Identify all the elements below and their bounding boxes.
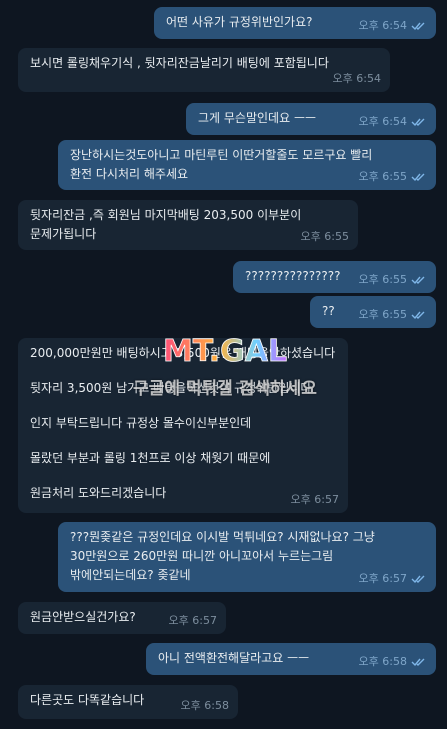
- message-meta: 오후 6:57: [291, 490, 339, 509]
- message-time: 오후 6:57: [358, 572, 407, 585]
- message-outgoing[interactable]: 그게 무슨말인데요 ㅡㅡ 오후 6:54: [186, 103, 436, 135]
- message-meta: 오후 6:55: [301, 227, 349, 246]
- message-time: 오후 6:55: [358, 273, 407, 286]
- message-meta: 오후 6:58: [181, 696, 229, 715]
- message-time: 오후 6:55: [300, 230, 349, 243]
- read-checkmarks-icon: [411, 118, 425, 126]
- message-incoming[interactable]: 다른곳도 다똑같습니다 오후 6:58: [18, 685, 238, 719]
- message-time: 오후 6:57: [168, 614, 217, 627]
- message-meta: 오후 6:55: [359, 270, 427, 289]
- message-meta: 오후 6:57: [169, 611, 217, 630]
- message-meta: 오후 6:54: [333, 69, 381, 88]
- message-time: 오후 6:55: [358, 308, 407, 321]
- message-outgoing[interactable]: ???뭔좆같은 규정인데요 이시발 먹튀네요? 시재없나요? 그냥 30만원으로…: [58, 522, 436, 592]
- message-meta: 오후 6:55: [359, 167, 427, 186]
- chat-message-list[interactable]: 어떤 사유가 규정위반인가요? 오후 6:54 보시면 롤링채우기식 , 뒷자리…: [0, 0, 447, 729]
- message-time: 오후 6:54: [332, 72, 381, 85]
- message-outgoing[interactable]: ?? 오후 6:55: [310, 296, 436, 328]
- message-meta: 오후 6:54: [359, 16, 427, 35]
- message-outgoing[interactable]: 장난하시는것도아니고 마틴루틴 이딴거할줄도 모르구요 빨리 환전 다시처리 해…: [58, 140, 436, 190]
- message-outgoing[interactable]: 아니 전액환전해달라고요 ㅡㅡ 오후 6:58: [146, 643, 436, 675]
- message-text: 보시면 롤링채우기식 , 뒷자리잔금날리기 배팅에 포함됩니다: [30, 56, 329, 70]
- message-incoming[interactable]: 원금안받으실건가요? 오후 6:57: [18, 602, 226, 634]
- message-meta: 오후 6:55: [359, 305, 427, 324]
- message-outgoing[interactable]: 어떤 사유가 규정위반인가요? 오후 6:54: [154, 7, 436, 39]
- message-incoming[interactable]: 보시면 롤링채우기식 , 뒷자리잔금날리기 배팅에 포함됩니다 오후 6:54: [18, 48, 390, 92]
- message-text: 200,000만원만 배팅하시고 3,500원은 배팅을안하셨습니다 뒷자리 3…: [30, 346, 336, 500]
- message-meta: 오후 6:54: [359, 112, 427, 131]
- read-checkmarks-icon: [411, 276, 425, 284]
- message-time: 오후 6:57: [290, 493, 339, 506]
- message-time: 오후 6:54: [358, 115, 407, 128]
- message-outgoing[interactable]: ??????????????? 오후 6:55: [233, 261, 436, 293]
- read-checkmarks-icon: [411, 575, 425, 583]
- read-checkmarks-icon: [411, 22, 425, 30]
- message-incoming[interactable]: 200,000만원만 배팅하시고 3,500원은 배팅을안하셨습니다 뒷자리 3…: [18, 338, 348, 513]
- read-checkmarks-icon: [411, 311, 425, 319]
- read-checkmarks-icon: [411, 658, 425, 666]
- message-time: 오후 6:58: [358, 655, 407, 668]
- message-time: 오후 6:58: [180, 699, 229, 712]
- read-checkmarks-icon: [411, 173, 425, 181]
- message-meta: 오후 6:58: [359, 652, 427, 671]
- message-time: 오후 6:55: [358, 170, 407, 183]
- message-time: 오후 6:54: [358, 19, 407, 32]
- message-incoming[interactable]: 뒷자리잔금 ,즉 회원님 마지막배팅 203,500 이부분이 문제가됩니다 오…: [18, 200, 358, 250]
- message-meta: 오후 6:57: [359, 569, 427, 588]
